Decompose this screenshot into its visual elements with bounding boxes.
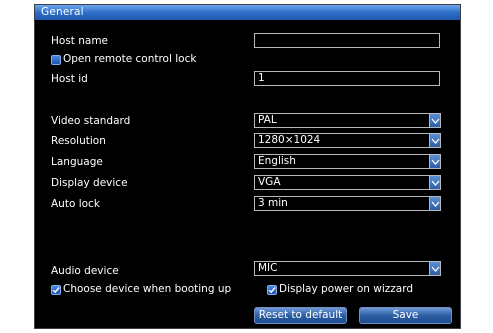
chevron-down-icon [431, 159, 440, 165]
language-label: Language [51, 156, 103, 168]
audio-device-select[interactable]: MIC [254, 261, 429, 276]
chevron-down-icon [431, 201, 440, 207]
audio-device-dropdown-button[interactable] [429, 261, 441, 276]
host-id-input[interactable]: 1 [254, 71, 440, 86]
reset-to-default-button[interactable]: Reset to default [254, 307, 347, 324]
display-device-dropdown-button[interactable] [429, 175, 441, 190]
display-wizard-checkbox[interactable] [267, 285, 277, 295]
video-standard-select[interactable]: PAL [254, 113, 429, 128]
remote-lock-checkbox[interactable] [51, 55, 61, 65]
general-settings-window: General Host name Open remote control lo… [34, 4, 461, 329]
host-id-label: Host id [51, 73, 88, 85]
window-title: General [41, 6, 84, 18]
display-device-label: Display device [51, 177, 128, 189]
chevron-down-icon [431, 266, 440, 272]
chevron-down-icon [431, 138, 440, 144]
remote-lock-label: Open remote control lock [63, 53, 197, 65]
checkmark-icon [52, 287, 60, 294]
audio-device-label: Audio device [51, 265, 119, 277]
auto-lock-dropdown-button[interactable] [429, 196, 441, 211]
language-select[interactable]: English [254, 154, 429, 169]
resolution-label: Resolution [51, 135, 106, 147]
checkmark-icon [268, 287, 276, 294]
host-name-label: Host name [51, 35, 109, 47]
language-dropdown-button[interactable] [429, 154, 441, 169]
choose-device-label: Choose device when booting up [63, 283, 232, 295]
auto-lock-label: Auto lock [51, 198, 100, 210]
display-wizard-label: Display power on wizzard [279, 283, 414, 295]
title-bar: General [35, 5, 460, 20]
auto-lock-select[interactable]: 3 min [254, 196, 429, 211]
save-button[interactable]: Save [359, 307, 452, 324]
video-standard-dropdown-button[interactable] [429, 113, 441, 128]
checkbox-unchecked-icon [52, 56, 60, 64]
display-device-select[interactable]: VGA [254, 175, 429, 190]
chevron-down-icon [431, 118, 440, 124]
choose-device-checkbox[interactable] [51, 285, 61, 295]
chevron-down-icon [431, 180, 440, 186]
host-name-input[interactable] [254, 33, 440, 48]
video-standard-label: Video standard [51, 115, 131, 127]
resolution-dropdown-button[interactable] [429, 133, 441, 148]
resolution-select[interactable]: 1280×1024 [254, 133, 429, 148]
